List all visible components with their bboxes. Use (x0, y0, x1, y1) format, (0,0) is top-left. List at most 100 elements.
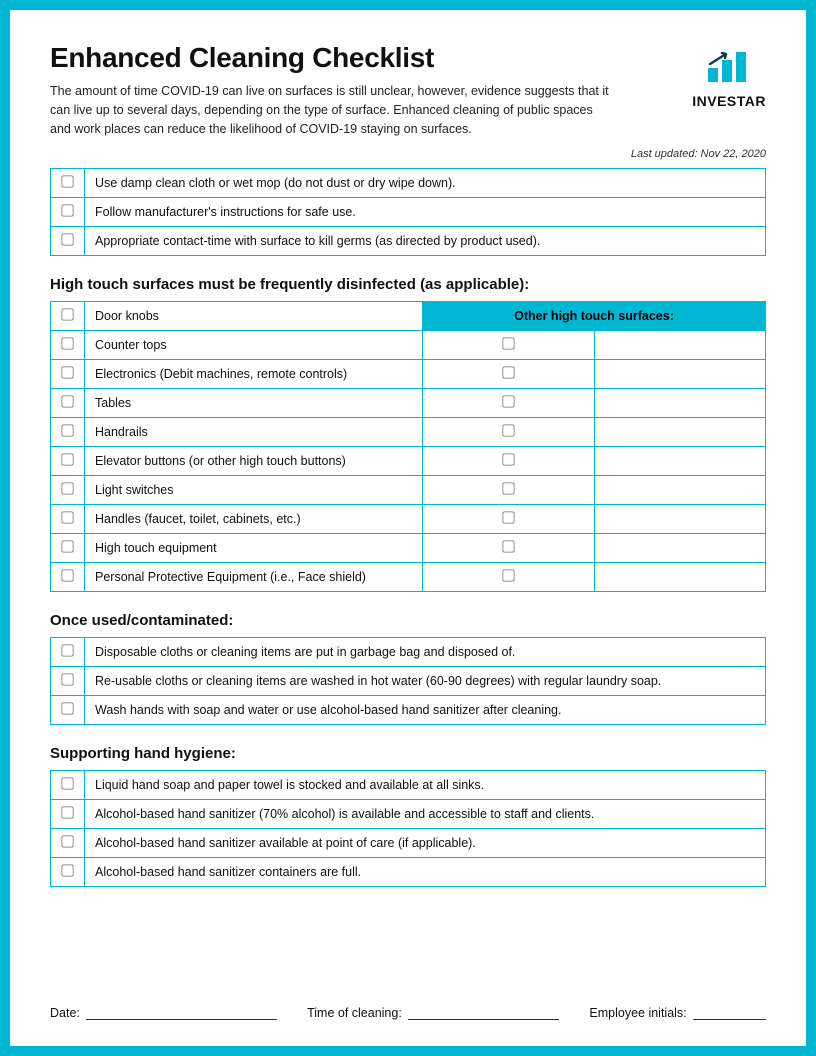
checkbox[interactable] (61, 807, 73, 819)
header-left: Enhanced Cleaning Checklist The amount o… (50, 42, 610, 138)
blank-cell[interactable] (594, 331, 766, 360)
checkbox[interactable] (61, 454, 73, 466)
checkbox[interactable] (61, 338, 73, 350)
checkbox[interactable] (502, 483, 514, 495)
checkbox-cell (51, 771, 85, 800)
table-row: Follow manufacturer's instructions for s… (51, 198, 766, 227)
table-row: Elevator buttons (or other high touch bu… (51, 447, 766, 476)
item-text: Follow manufacturer's instructions for s… (85, 198, 766, 227)
item-text: Liquid hand soap and paper towel is stoc… (85, 771, 766, 800)
blank-cell[interactable] (594, 389, 766, 418)
time-field[interactable]: Time of cleaning: (307, 1006, 559, 1020)
checkbox[interactable] (61, 512, 73, 524)
checkbox[interactable] (61, 645, 73, 657)
checkbox[interactable] (61, 778, 73, 790)
brand-logo: INVESTAR (692, 42, 766, 109)
checkbox-cell (423, 476, 595, 505)
checkbox-cell (51, 331, 85, 360)
initials-field[interactable]: Employee initials: (589, 1006, 766, 1020)
checkbox[interactable] (502, 338, 514, 350)
checkbox[interactable] (61, 367, 73, 379)
checkbox[interactable] (61, 865, 73, 877)
checkbox[interactable] (502, 512, 514, 524)
checkbox[interactable] (61, 396, 73, 408)
checkbox-cell (51, 227, 85, 256)
checkbox-cell (51, 360, 85, 389)
date-line[interactable] (86, 1006, 277, 1020)
checkbox[interactable] (502, 541, 514, 553)
table-row: Electronics (Debit machines, remote cont… (51, 360, 766, 389)
checkbox[interactable] (502, 454, 514, 466)
section-heading: Supporting hand hygiene: (50, 745, 766, 762)
item-text: Use damp clean cloth or wet mop (do not … (85, 169, 766, 198)
checkbox-cell (51, 198, 85, 227)
table-row: Use damp clean cloth or wet mop (do not … (51, 169, 766, 198)
checkbox[interactable] (61, 570, 73, 582)
checkbox-cell (423, 418, 595, 447)
table-row: High touch equipment (51, 534, 766, 563)
checkbox[interactable] (61, 836, 73, 848)
item-text: Appropriate contact-time with surface to… (85, 227, 766, 256)
checkbox[interactable] (61, 425, 73, 437)
table-row: Tables (51, 389, 766, 418)
checkbox[interactable] (61, 674, 73, 686)
table-row: Re-usable cloths or cleaning items are w… (51, 667, 766, 696)
checkbox-cell (51, 169, 85, 198)
table-row: Alcohol-based hand sanitizer available a… (51, 829, 766, 858)
checkbox[interactable] (61, 703, 73, 715)
checkbox-cell (423, 447, 595, 476)
checkbox[interactable] (502, 367, 514, 379)
checkbox-cell (51, 563, 85, 592)
blank-cell[interactable] (594, 505, 766, 534)
blank-cell[interactable] (594, 418, 766, 447)
initials-line[interactable] (693, 1006, 766, 1020)
item-text: Alcohol-based hand sanitizer containers … (85, 858, 766, 887)
blank-cell[interactable] (594, 476, 766, 505)
header: Enhanced Cleaning Checklist The amount o… (50, 42, 766, 138)
item-text: Wash hands with soap and water or use al… (85, 696, 766, 725)
item-text: Re-usable cloths or cleaning items are w… (85, 667, 766, 696)
checklist-general: Use damp clean cloth or wet mop (do not … (50, 168, 766, 256)
checkbox-cell (51, 858, 85, 887)
time-line[interactable] (408, 1006, 560, 1020)
checkbox[interactable] (61, 541, 73, 553)
checkbox-cell (423, 563, 595, 592)
checkbox[interactable] (502, 396, 514, 408)
item-text: Alcohol-based hand sanitizer (70% alcoho… (85, 800, 766, 829)
checkbox[interactable] (61, 205, 73, 217)
last-updated: Last updated: Nov 22, 2020 (50, 148, 766, 160)
checkbox-cell (51, 638, 85, 667)
checkbox[interactable] (61, 176, 73, 188)
blank-cell[interactable] (594, 563, 766, 592)
checkbox[interactable] (61, 234, 73, 246)
blank-cell[interactable] (594, 360, 766, 389)
date-label: Date: (50, 1006, 80, 1020)
section-hand-hygiene: Supporting hand hygiene: Liquid hand soa… (50, 745, 766, 887)
date-field[interactable]: Date: (50, 1006, 277, 1020)
bar-chart-icon (702, 46, 756, 86)
checkbox-cell (423, 360, 595, 389)
checkbox-cell (423, 331, 595, 360)
item-text: Alcohol-based hand sanitizer available a… (85, 829, 766, 858)
checkbox[interactable] (502, 570, 514, 582)
table-row: Handrails (51, 418, 766, 447)
checkbox-cell (51, 505, 85, 534)
item-text: Light switches (85, 476, 423, 505)
table-row: Appropriate contact-time with surface to… (51, 227, 766, 256)
intro-text: The amount of time COVID-19 can live on … (50, 82, 610, 138)
checkbox[interactable] (502, 425, 514, 437)
checkbox-cell (423, 534, 595, 563)
item-text: Disposable cloths or cleaning items are … (85, 638, 766, 667)
time-label: Time of cleaning: (307, 1006, 402, 1020)
blank-cell[interactable] (594, 534, 766, 563)
signature-footer: Date: Time of cleaning: Employee initial… (50, 1006, 766, 1020)
checkbox[interactable] (61, 483, 73, 495)
checkbox-cell (51, 800, 85, 829)
item-text: Door knobs (85, 302, 423, 331)
page-title: Enhanced Cleaning Checklist (50, 42, 610, 74)
checkbox-cell (51, 418, 85, 447)
item-text: Tables (85, 389, 423, 418)
checkbox[interactable] (61, 309, 73, 321)
item-text: Elevator buttons (or other high touch bu… (85, 447, 423, 476)
blank-cell[interactable] (594, 447, 766, 476)
